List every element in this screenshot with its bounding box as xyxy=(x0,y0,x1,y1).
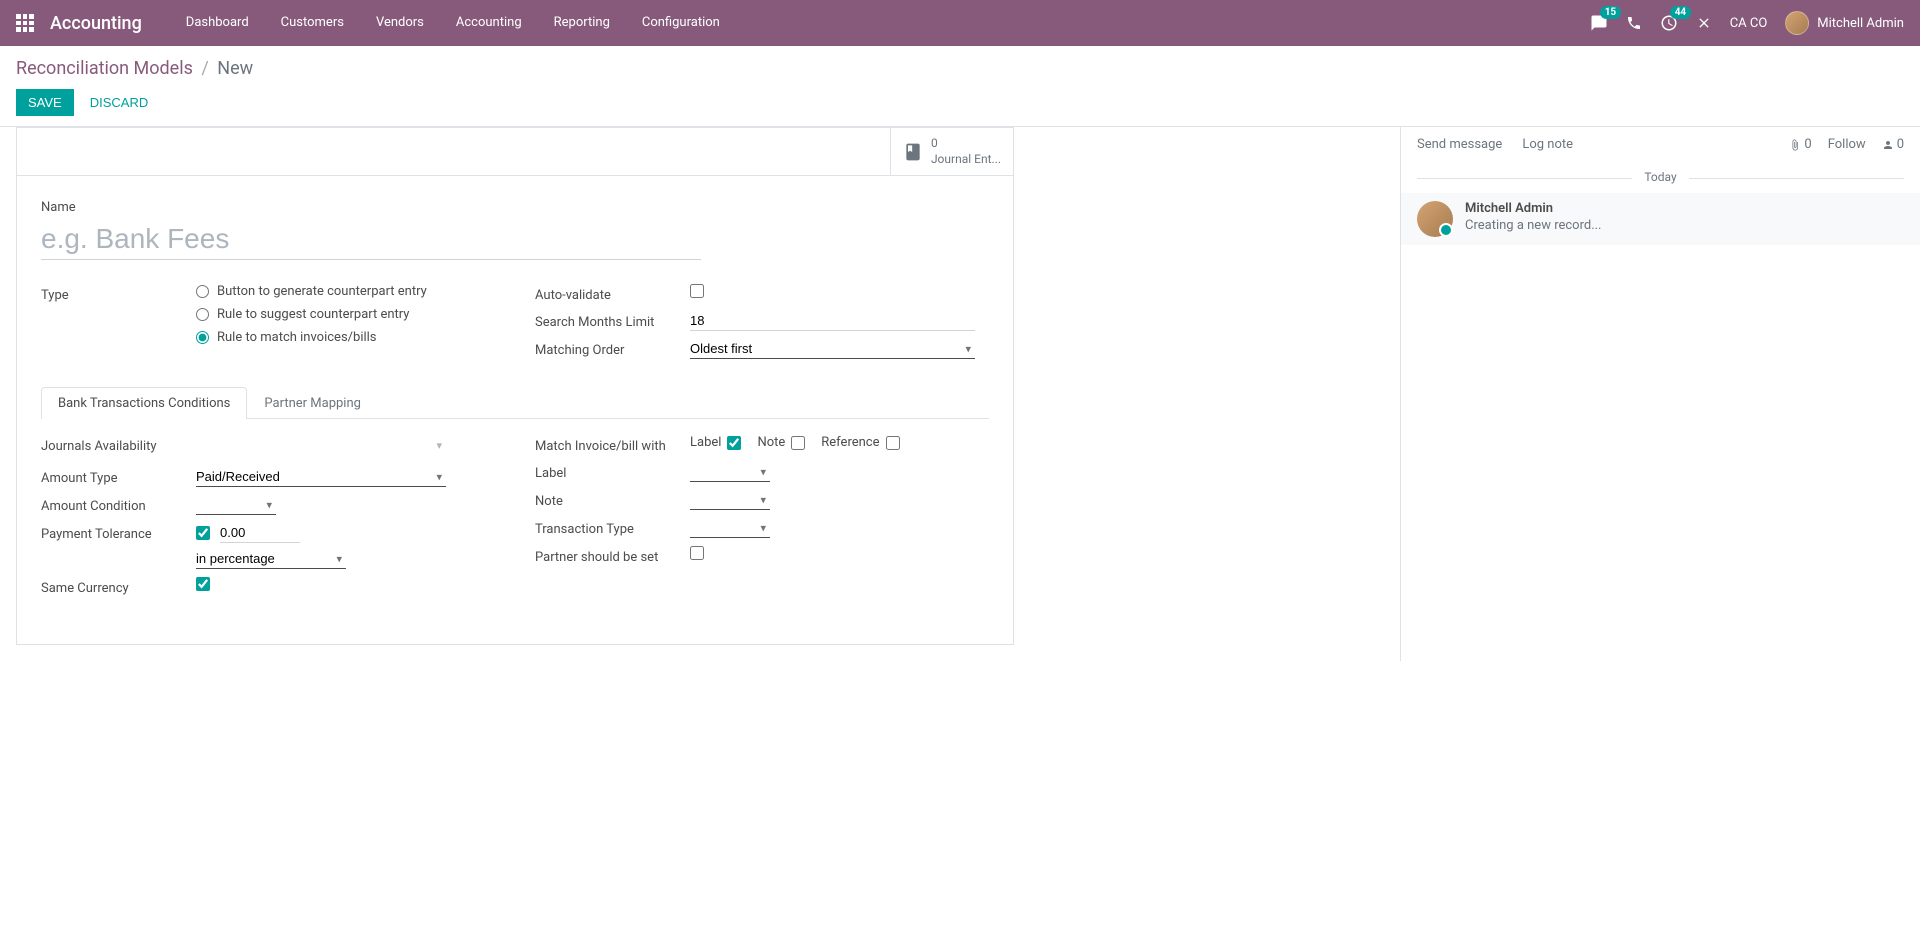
chatter-message: Mitchell Admin Creating a new record... xyxy=(1401,193,1920,245)
match-reference-checkbox[interactable] xyxy=(886,436,900,450)
stat-count: 0 xyxy=(931,136,1001,152)
followers-button[interactable]: 0 xyxy=(1882,137,1904,152)
phone-icon[interactable] xyxy=(1626,15,1642,31)
stat-label: Journal Ent... xyxy=(931,152,1001,168)
save-button[interactable]: Save xyxy=(16,89,74,116)
type-radio-match[interactable] xyxy=(196,331,209,344)
nav-vendors[interactable]: Vendors xyxy=(360,0,440,46)
match-note-checkbox[interactable] xyxy=(791,436,805,450)
form-sheet: 0 Journal Ent... Name Type xyxy=(16,127,1014,645)
matching-order-label: Matching Order xyxy=(535,339,690,358)
user-avatar xyxy=(1785,11,1809,35)
company-selector[interactable]: CA CO xyxy=(1730,16,1768,31)
message-author: Mitchell Admin xyxy=(1465,201,1904,216)
match-reference-text: Reference xyxy=(821,435,879,450)
label-select[interactable] xyxy=(690,462,770,482)
log-note-button[interactable]: Log note xyxy=(1522,137,1573,152)
breadcrumb: Reconciliation Models / New xyxy=(16,58,1904,79)
name-label: Name xyxy=(41,200,989,215)
breadcrumb-parent[interactable]: Reconciliation Models xyxy=(16,58,193,79)
payment-tolerance-value[interactable] xyxy=(220,523,300,543)
amount-condition-select[interactable] xyxy=(196,495,276,515)
partner-set-label: Partner should be set xyxy=(535,546,690,565)
nav-customers[interactable]: Customers xyxy=(265,0,360,46)
journals-availability-label: Journals Availability xyxy=(41,435,196,454)
messages-icon[interactable]: 15 xyxy=(1590,14,1608,32)
send-message-button[interactable]: Send message xyxy=(1417,137,1502,152)
match-label-text: Label xyxy=(690,435,721,450)
breadcrumb-current: New xyxy=(217,58,253,79)
match-note-text: Note xyxy=(757,435,785,450)
name-input[interactable] xyxy=(41,219,701,260)
chatter: Send message Log note 0 Follow 0 Today M… xyxy=(1400,127,1920,661)
amount-type-label: Amount Type xyxy=(41,467,196,486)
nav-configuration[interactable]: Configuration xyxy=(626,0,736,46)
journals-availability-input[interactable] xyxy=(196,435,446,459)
partner-set-checkbox[interactable] xyxy=(690,546,704,560)
payment-tolerance-unit-select[interactable]: in percentage xyxy=(196,549,346,569)
follow-button[interactable]: Follow xyxy=(1828,137,1866,152)
note-field-label: Note xyxy=(535,490,690,509)
payment-tolerance-label: Payment Tolerance xyxy=(41,523,196,542)
transaction-type-select[interactable] xyxy=(690,518,770,538)
match-invoice-label: Match Invoice/bill with xyxy=(535,435,690,454)
user-name: Mitchell Admin xyxy=(1817,16,1904,31)
matching-order-select[interactable]: Oldest first xyxy=(690,339,975,359)
note-select[interactable] xyxy=(690,490,770,510)
type-option-button[interactable]: Button to generate counterpart entry xyxy=(217,284,427,299)
type-option-match[interactable]: Rule to match invoices/bills xyxy=(217,330,377,345)
type-radio-suggest[interactable] xyxy=(196,308,209,321)
date-separator: Today xyxy=(1401,162,1920,193)
activities-badge: 44 xyxy=(1670,6,1691,19)
tab-partner-mapping[interactable]: Partner Mapping xyxy=(247,387,378,419)
label-field-label: Label xyxy=(535,462,690,481)
book-icon xyxy=(903,141,923,162)
activities-icon[interactable]: 44 xyxy=(1660,14,1678,32)
match-label-checkbox[interactable] xyxy=(727,436,741,450)
navbar: Accounting Dashboard Customers Vendors A… xyxy=(0,0,1920,46)
amount-type-select[interactable]: Paid/Received xyxy=(196,467,446,487)
type-label: Type xyxy=(41,284,196,303)
search-months-input[interactable] xyxy=(690,311,975,331)
attachments-button[interactable]: 0 xyxy=(1789,137,1811,152)
nav-accounting[interactable]: Accounting xyxy=(440,0,538,46)
app-brand[interactable]: Accounting xyxy=(50,13,142,34)
messages-badge: 15 xyxy=(1600,6,1621,19)
notebook-tabs: Bank Transactions Conditions Partner Map… xyxy=(41,387,989,419)
type-option-suggest[interactable]: Rule to suggest counterpart entry xyxy=(217,307,409,322)
auto-validate-label: Auto-validate xyxy=(535,284,690,303)
type-radio-button[interactable] xyxy=(196,285,209,298)
control-panel: Reconciliation Models / New Save Discard xyxy=(0,46,1920,127)
same-currency-checkbox[interactable] xyxy=(196,577,210,591)
apps-icon[interactable] xyxy=(16,14,34,32)
nav-reporting[interactable]: Reporting xyxy=(538,0,626,46)
message-text: Creating a new record... xyxy=(1465,218,1904,233)
same-currency-label: Same Currency xyxy=(41,577,196,596)
nav-menu: Dashboard Customers Vendors Accounting R… xyxy=(170,0,736,46)
search-months-label: Search Months Limit xyxy=(535,311,690,330)
payment-tolerance-checkbox[interactable] xyxy=(196,526,210,540)
debug-icon[interactable] xyxy=(1696,15,1712,31)
journal-entries-button[interactable]: 0 Journal Ent... xyxy=(890,128,1013,175)
user-menu[interactable]: Mitchell Admin xyxy=(1785,11,1904,35)
discard-button[interactable]: Discard xyxy=(78,89,161,116)
amount-condition-label: Amount Condition xyxy=(41,495,196,514)
transaction-type-label: Transaction Type xyxy=(535,518,690,537)
nav-dashboard[interactable]: Dashboard xyxy=(170,0,265,46)
tab-bank-conditions[interactable]: Bank Transactions Conditions xyxy=(41,387,247,419)
message-avatar xyxy=(1417,201,1453,237)
auto-validate-checkbox[interactable] xyxy=(690,284,704,298)
